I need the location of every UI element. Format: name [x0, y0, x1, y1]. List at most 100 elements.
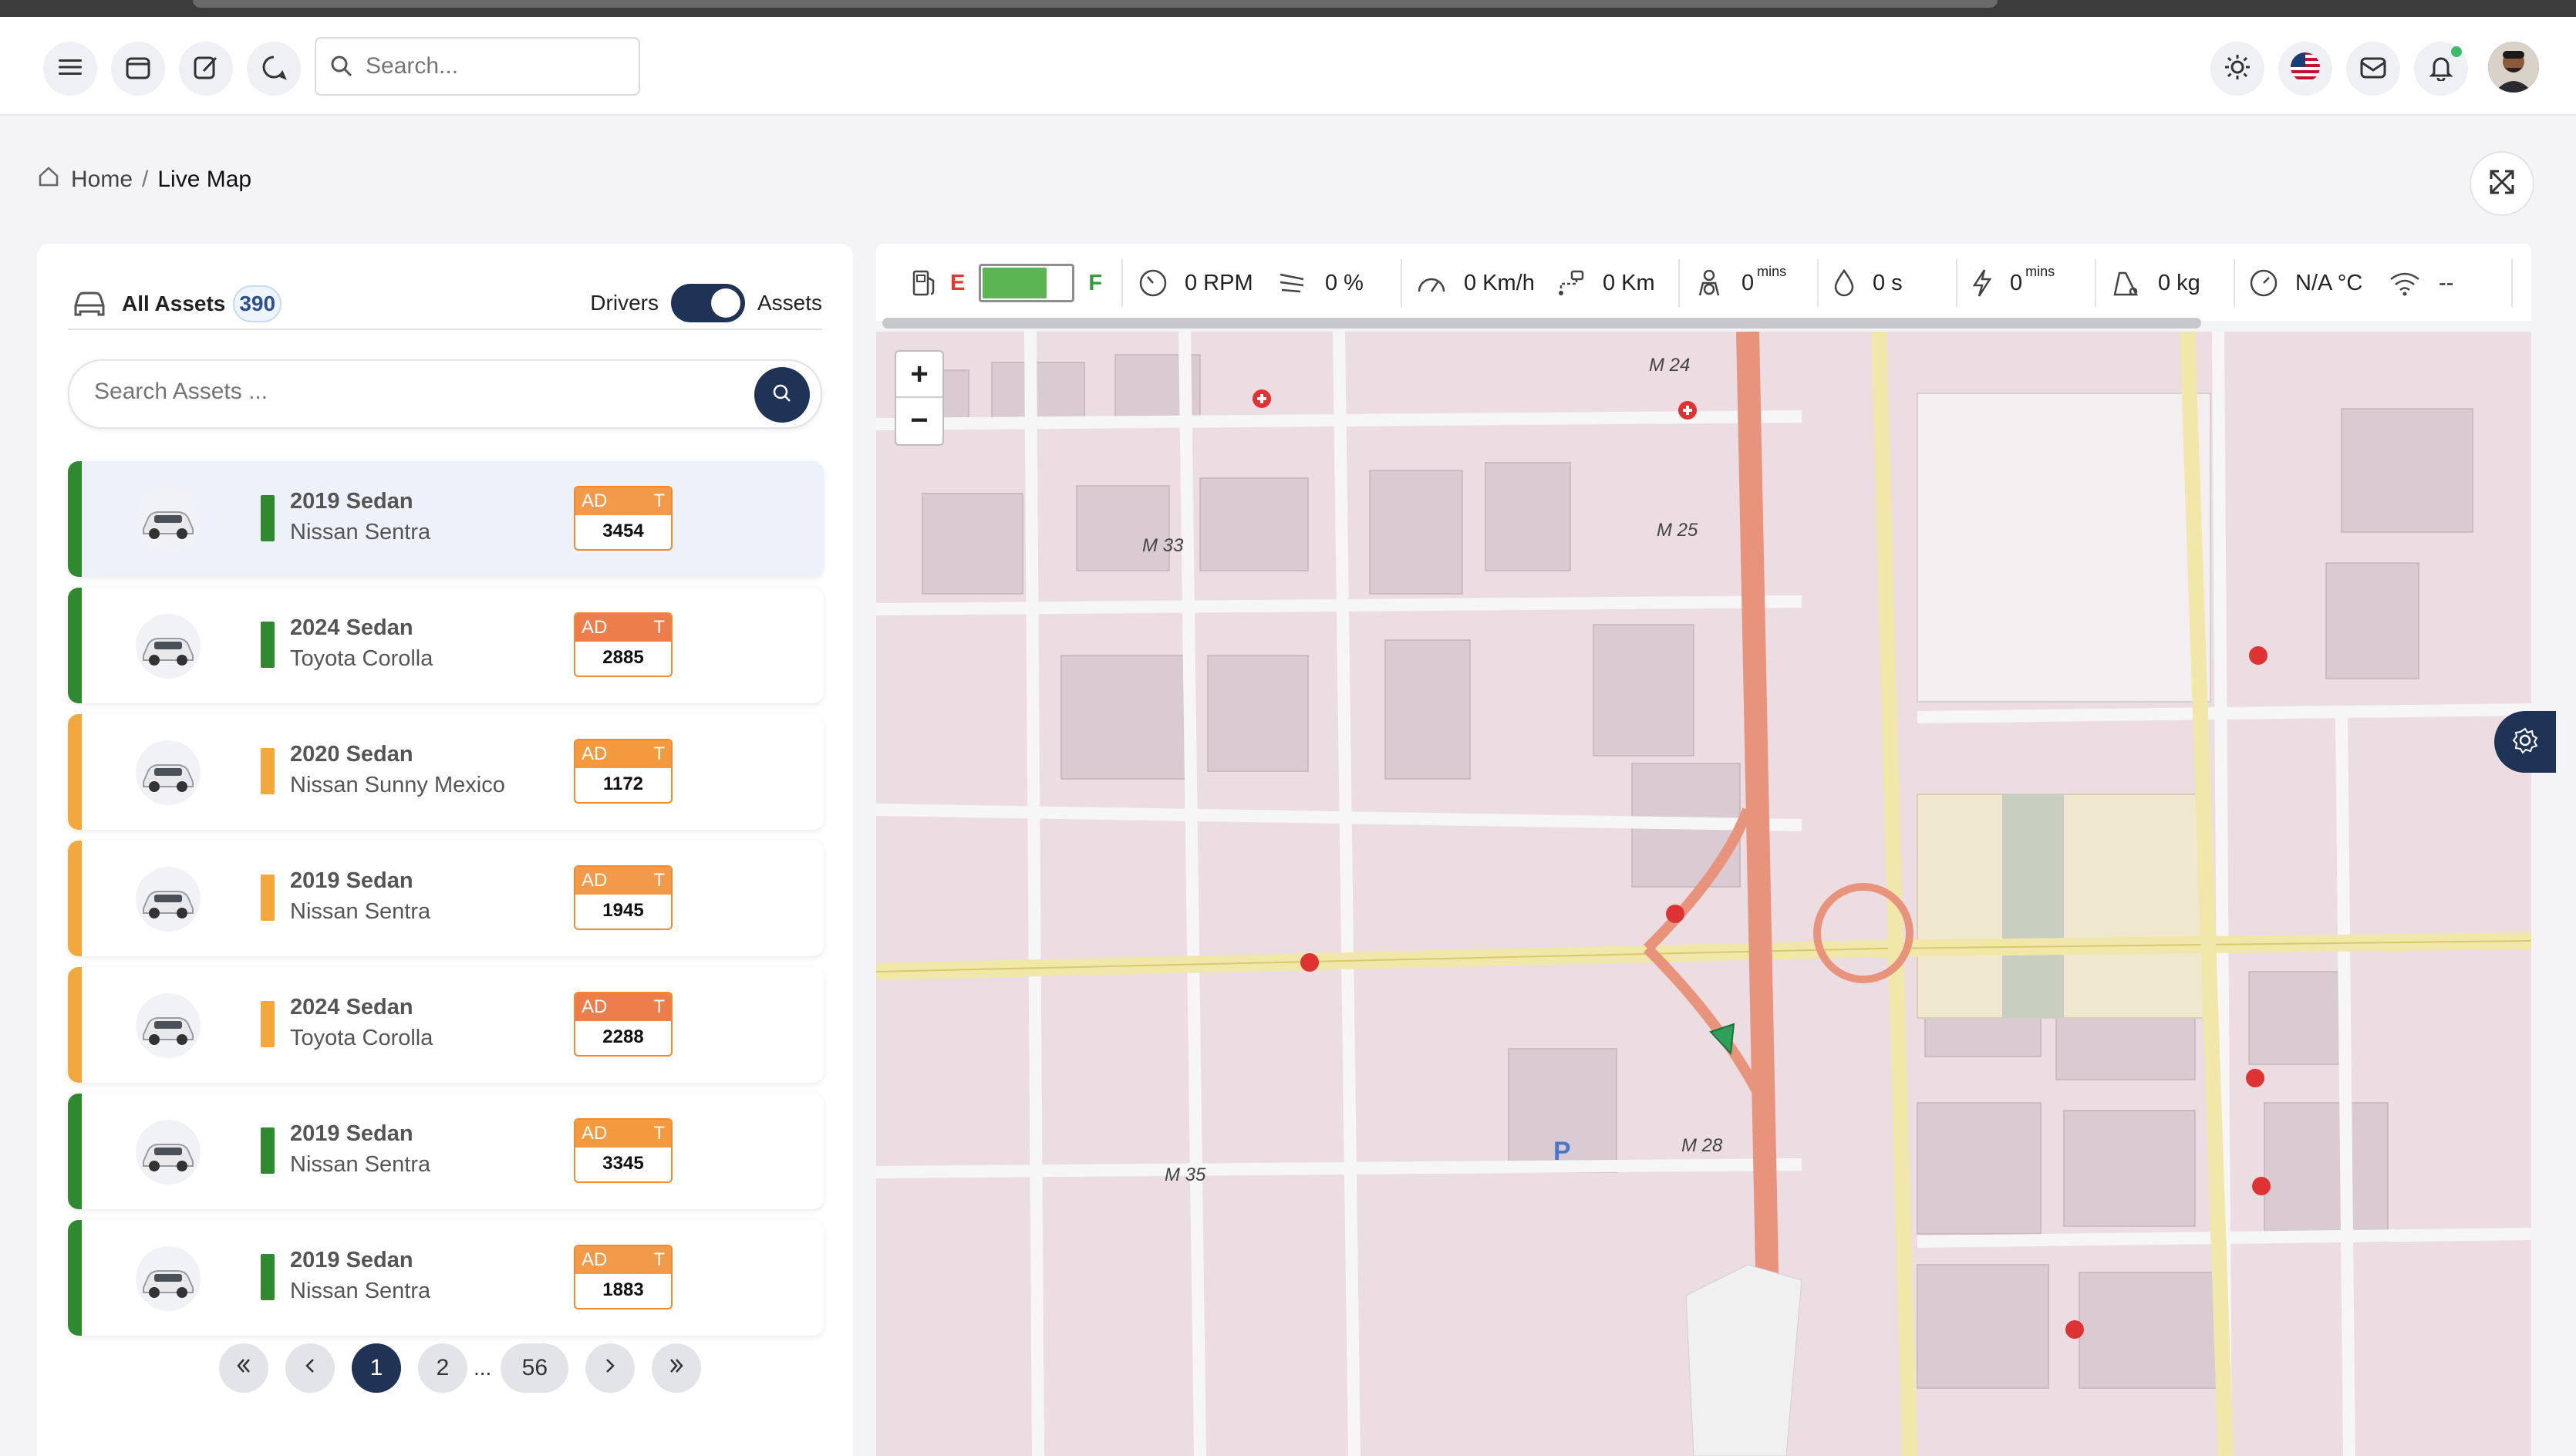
calendar-button[interactable]: [111, 42, 165, 96]
notification-dot: [2451, 46, 2462, 57]
distance-stat: 0 Km: [1555, 264, 1655, 302]
page-button-1[interactable]: 1: [352, 1343, 401, 1393]
toggle-label-assets: Assets: [757, 291, 822, 315]
search-icon: [770, 382, 794, 409]
theme-toggle-button[interactable]: [2210, 42, 2264, 96]
home-icon: [37, 165, 60, 194]
search-icon: [330, 55, 353, 78]
asset-status-stripe: [68, 967, 82, 1083]
stat-divider: [1121, 259, 1123, 307]
messages-button[interactable]: [2346, 42, 2400, 96]
plate-number: 3345: [602, 1153, 644, 1174]
next-page-button[interactable]: [585, 1343, 636, 1393]
notifications-button[interactable]: [2414, 42, 2468, 96]
plate-emirate: AD: [582, 1123, 608, 1144]
car-thumbnail: [136, 867, 201, 932]
map-label-m28: M 28: [1681, 1135, 1723, 1156]
car-thumbnail: [136, 740, 201, 805]
edit-button[interactable]: [179, 42, 233, 96]
license-plate: AD T 1883: [574, 1245, 673, 1309]
assets-count-badge: 390: [233, 285, 282, 322]
plate-code: T: [653, 1249, 665, 1270]
header-divider: [68, 329, 822, 330]
plate-header: AD T: [575, 993, 671, 1021]
asset-search-button[interactable]: [754, 367, 810, 423]
asset-model: Nissan Sentra: [290, 1279, 431, 1303]
asset-status-indicator: [261, 1001, 275, 1047]
double-chevron-left-icon: [234, 1355, 253, 1381]
chat-button[interactable]: [247, 42, 301, 96]
license-plate: AD T 3454: [574, 486, 673, 551]
first-page-button[interactable]: [219, 1343, 268, 1393]
power-unit: mins: [2025, 264, 2055, 279]
stat-divider: [1956, 259, 1957, 307]
user-avatar[interactable]: [2488, 42, 2539, 93]
asset-search: [68, 359, 822, 429]
asset-status-stripe: [68, 1220, 82, 1336]
live-map[interactable]: P + − M 24 M 25 M 33 M 35 M 28: [876, 332, 2531, 1456]
license-plate: AD T 2885: [574, 612, 673, 677]
all-assets-label: All Assets: [122, 292, 226, 315]
zoom-out-button[interactable]: −: [896, 398, 942, 443]
fuel-gauge-fill: [983, 268, 1047, 298]
asset-row[interactable]: 2020 Sedan Nissan Sunny Mexico AD T 1172: [68, 714, 824, 830]
chat-icon: [261, 54, 287, 84]
plate-emirate: AD: [582, 743, 608, 764]
plate-header: AD T: [575, 487, 671, 515]
asset-status-stripe: [68, 461, 82, 577]
asset-row[interactable]: 2019 Sedan Nissan Sentra AD T 1945: [68, 841, 824, 956]
page-button-2[interactable]: 2: [418, 1343, 467, 1393]
route-icon: [1555, 268, 1586, 298]
idle-unit: mins: [1757, 264, 1787, 279]
mail-icon: [2359, 53, 2387, 85]
global-search-input[interactable]: [364, 52, 614, 80]
zoom-in-button[interactable]: +: [896, 352, 942, 398]
calendar-icon: [125, 54, 151, 84]
breadcrumb: Home / Live Map: [37, 165, 251, 194]
license-plate: AD T 2288: [574, 992, 673, 1057]
rpm-stat: 0 RPM: [1138, 264, 1253, 302]
fullscreen-button[interactable]: [2470, 151, 2534, 216]
stats-scrollbar[interactable]: [882, 318, 2201, 329]
power-stat: 0 mins: [1971, 264, 2055, 302]
plate-emirate: AD: [582, 1249, 608, 1270]
global-search[interactable]: [315, 37, 640, 96]
asset-search-input[interactable]: [93, 378, 713, 406]
license-plate: AD T 1945: [574, 865, 673, 930]
temperature-value: N/A °C: [2295, 270, 2363, 295]
gear-icon: [2511, 726, 2539, 758]
assets-panel: All Assets 390 Drivers Assets 2019 Sedan…: [37, 244, 853, 1456]
last-page-button[interactable]: [652, 1343, 702, 1393]
asset-status-indicator: [261, 875, 275, 921]
menu-button[interactable]: [43, 42, 97, 96]
drivers-assets-toggle[interactable]: [670, 284, 745, 322]
prev-page-button[interactable]: [285, 1343, 335, 1393]
asset-row[interactable]: 2019 Sedan Nissan Sentra AD T 3454: [68, 461, 824, 577]
language-button[interactable]: [2278, 42, 2332, 96]
asset-row[interactable]: 2024 Sedan Toyota Corolla AD T 2885: [68, 588, 824, 703]
asset-title: 2019 Sedan: [290, 489, 413, 514]
map-settings-button[interactable]: [2494, 711, 2556, 773]
bell-icon: [2427, 53, 2455, 85]
asset-row[interactable]: 2019 Sedan Nissan Sentra AD T 1883: [68, 1220, 824, 1336]
asset-row[interactable]: 2024 Sedan Toyota Corolla AD T 2288: [68, 967, 824, 1083]
lightning-icon: [1971, 268, 1993, 298]
page-button-last[interactable]: 56: [501, 1343, 569, 1393]
car-thumbnail: [136, 1246, 201, 1311]
speed-value: 0 Km/h: [1464, 270, 1535, 295]
power-value: 0: [2010, 270, 2023, 295]
map-label-m33: M 33: [1142, 535, 1184, 556]
pagination-ellipsis: ...: [474, 1356, 492, 1380]
stat-divider: [2095, 259, 2096, 307]
asset-row[interactable]: 2019 Sedan Nissan Sentra AD T 3345: [68, 1094, 824, 1209]
plate-number: 2885: [602, 647, 644, 668]
asset-status-indicator: [261, 1254, 275, 1300]
sun-icon: [2224, 53, 2251, 85]
license-plate: AD T 1172: [574, 739, 673, 804]
signal-value: --: [2439, 270, 2454, 295]
fuel-pump-icon: [912, 268, 938, 298]
plate-header: AD T: [575, 740, 671, 768]
breadcrumb-home-link[interactable]: Home: [71, 167, 133, 193]
double-chevron-right-icon: [667, 1355, 686, 1381]
breadcrumb-separator: /: [142, 167, 149, 192]
